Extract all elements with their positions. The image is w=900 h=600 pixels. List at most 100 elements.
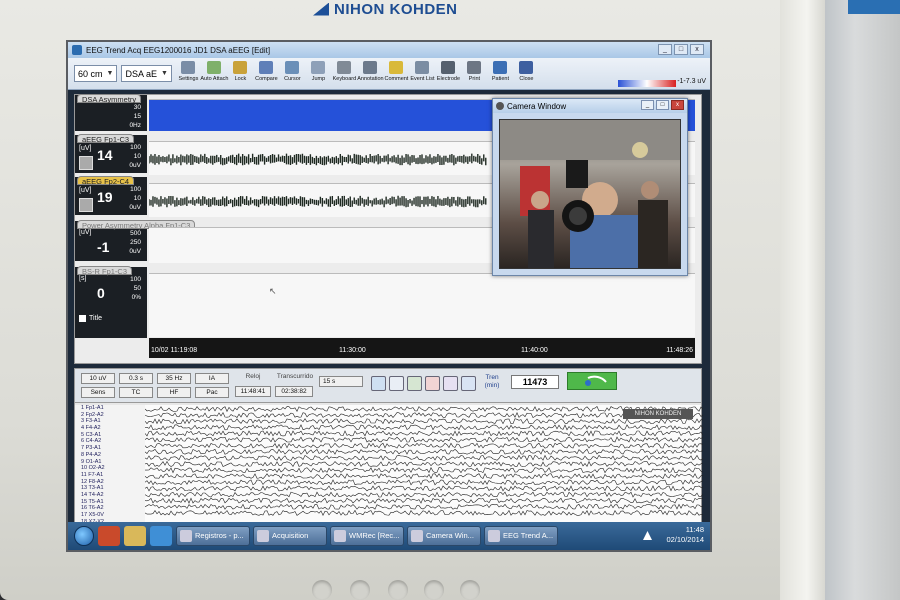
montage-list: 1 Fp1-A1 2 Fp2-A2 3 F3-A1 4 F4-A2 5 C3-A1 6 C… (75, 405, 145, 525)
time-constant-value[interactable]: 0.3 s (119, 373, 153, 384)
task-label: WMRec [Rec... (349, 531, 400, 540)
montage-channel[interactable]: 15 T5-A1 (75, 499, 145, 506)
tool-label: Patient (491, 75, 509, 82)
person-icon[interactable] (461, 376, 476, 391)
tool-label: Comment (384, 75, 409, 82)
color-icon[interactable] (425, 376, 440, 391)
internet-explorer-icon[interactable] (150, 526, 172, 546)
tool-print[interactable]: Print (462, 59, 487, 89)
sensitivity-button[interactable]: Sens (81, 387, 115, 398)
montage-channel[interactable]: 9 O1-A1 (75, 459, 145, 466)
tool-electrode[interactable]: Electrode (436, 59, 461, 89)
camera-maximize-button[interactable]: □ (656, 100, 669, 110)
monitor-button[interactable] (460, 580, 480, 600)
tool-close[interactable]: Close (514, 59, 539, 89)
comment-icon (389, 60, 404, 74)
title-toggle[interactable]: Title (79, 315, 102, 322)
montage-channel[interactable]: 17 X5-0V (75, 512, 145, 519)
tool-cursor[interactable]: Cursor (280, 59, 305, 89)
montage-channel[interactable]: 12 F8-A2 (75, 479, 145, 486)
cursor-icon (285, 60, 300, 74)
high-filter-button[interactable]: HF (157, 387, 191, 398)
action-center-icon[interactable] (643, 531, 652, 540)
taskbar-task[interactable]: WMRec [Rec... (330, 526, 404, 546)
monitor-button[interactable] (350, 580, 370, 600)
camera-titlebar[interactable]: Camera Window _ □ x (493, 99, 687, 113)
camera-close-button[interactable]: x (671, 100, 684, 110)
channel-1-label[interactable]: aEEG Fp1-C3 (77, 134, 135, 144)
tool-patient[interactable]: Patient (488, 59, 513, 89)
settings-icon (181, 60, 196, 74)
camera-minimize-button[interactable]: _ (641, 100, 654, 110)
montage-channel[interactable]: 2 Fp2-A2 (75, 412, 145, 419)
time-constant-button[interactable]: TC (119, 387, 153, 398)
tool-label: Electrode (436, 75, 461, 82)
taskbar-task[interactable]: Camera Win... (407, 526, 481, 546)
channel-2-label[interactable]: aEEG Fp2-C4 (77, 176, 135, 186)
folder-icon[interactable] (124, 526, 146, 546)
channel-4-label[interactable]: BS-R Fp1-C3 (77, 266, 133, 276)
dsa-scale: 30 15 0Hz (129, 104, 141, 129)
eeg-control-row: 10 uV Sens 0.3 s TC 35 Hz HF IA Pac Relo… (75, 369, 701, 403)
montage-channel[interactable]: 10 O2-A2 (75, 465, 145, 472)
checkbox-icon[interactable] (79, 315, 86, 322)
eeg-watermark-logo: NIHON KOHDEN (623, 409, 693, 419)
maximize-button[interactable]: □ (674, 44, 688, 55)
camera-window[interactable]: Camera Window _ □ x (492, 98, 688, 276)
filter-icon[interactable] (407, 376, 422, 391)
montage-channel[interactable]: 7 P3-A1 (75, 445, 145, 452)
channel-settings-icon[interactable] (79, 198, 93, 212)
marker-icon[interactable] (389, 376, 404, 391)
montage-icon[interactable] (371, 376, 386, 391)
measure-icon[interactable] (443, 376, 458, 391)
tool-keyboard[interactable]: Keyboard (332, 59, 357, 89)
montage-channel[interactable]: 5 C3-A1 (75, 432, 145, 439)
tool-compare[interactable]: Compare (254, 59, 279, 89)
toolbar-tools: Settings Auto Attach Lock Compare Cursor Jump… (176, 59, 539, 89)
sensitivity-value[interactable]: 10 uV (81, 373, 115, 384)
window-titlebar[interactable]: EEG Trend Acq EEG1200016 JD1 DSA aEEG [E… (68, 42, 710, 58)
trend-minutes-button[interactable]: Tren (min) (479, 374, 505, 392)
monitor-power-button[interactable] (388, 580, 408, 600)
montage-channel[interactable]: 4 F4-A2 (75, 425, 145, 432)
close-window-button[interactable]: x (690, 44, 704, 55)
eeg-trace (144, 491, 704, 498)
tool-annotation[interactable]: Annotation (357, 59, 384, 89)
montage-channel[interactable]: 1 Fp1-A1 (75, 405, 145, 412)
camera-title: Camera Window (507, 101, 567, 111)
tool-event-list[interactable]: Event List (410, 59, 435, 89)
page-duration-select[interactable]: 15 s (319, 376, 363, 387)
play-button[interactable] (567, 372, 617, 390)
montage-channel[interactable]: 6 C4-A2 (75, 438, 145, 445)
montage-channel[interactable]: 14 T4-A2 (75, 492, 145, 499)
taskbar-task[interactable]: Registros - p... (176, 526, 250, 546)
montage-channel[interactable]: 3 F3-A1 (75, 418, 145, 425)
montage-channel[interactable]: 8 P4-A2 (75, 452, 145, 459)
montage-channel[interactable]: 16 T6-A2 (75, 505, 145, 512)
taskbar-task[interactable]: EEG Trend A... (484, 526, 558, 546)
tool-lock[interactable]: Lock (228, 59, 253, 89)
taskbar-task[interactable]: Acquisition (253, 526, 327, 546)
dsa-label[interactable]: DSA Asymmetry (77, 94, 142, 104)
system-clock[interactable]: 11:48 02/10/2014 (666, 525, 704, 545)
mode-select[interactable]: DSA aE ▼ (121, 65, 172, 82)
clock-value: 11:48:41 (235, 386, 271, 397)
duration-select[interactable]: 60 cm ▼ (74, 65, 118, 82)
pac-value[interactable]: IA (195, 373, 229, 384)
tool-auto-attach[interactable]: Auto Attach (200, 59, 229, 89)
media-player-icon[interactable] (98, 526, 120, 546)
lock-icon (233, 60, 248, 74)
tool-jump[interactable]: Jump (306, 59, 331, 89)
monitor-button[interactable] (424, 580, 444, 600)
minimize-button[interactable]: _ (658, 44, 672, 55)
montage-channel[interactable]: 13 T3-A1 (75, 485, 145, 492)
start-button[interactable] (74, 526, 94, 546)
camera-icon (496, 102, 504, 110)
tool-comment[interactable]: Comment (384, 59, 409, 89)
high-filter-value[interactable]: 35 Hz (157, 373, 191, 384)
monitor-button[interactable] (312, 580, 332, 600)
tool-settings[interactable]: Settings (176, 59, 201, 89)
channel-settings-icon[interactable] (79, 156, 93, 170)
montage-channel[interactable]: 11 F7-A1 (75, 472, 145, 479)
pac-button[interactable]: Pac (195, 387, 229, 398)
